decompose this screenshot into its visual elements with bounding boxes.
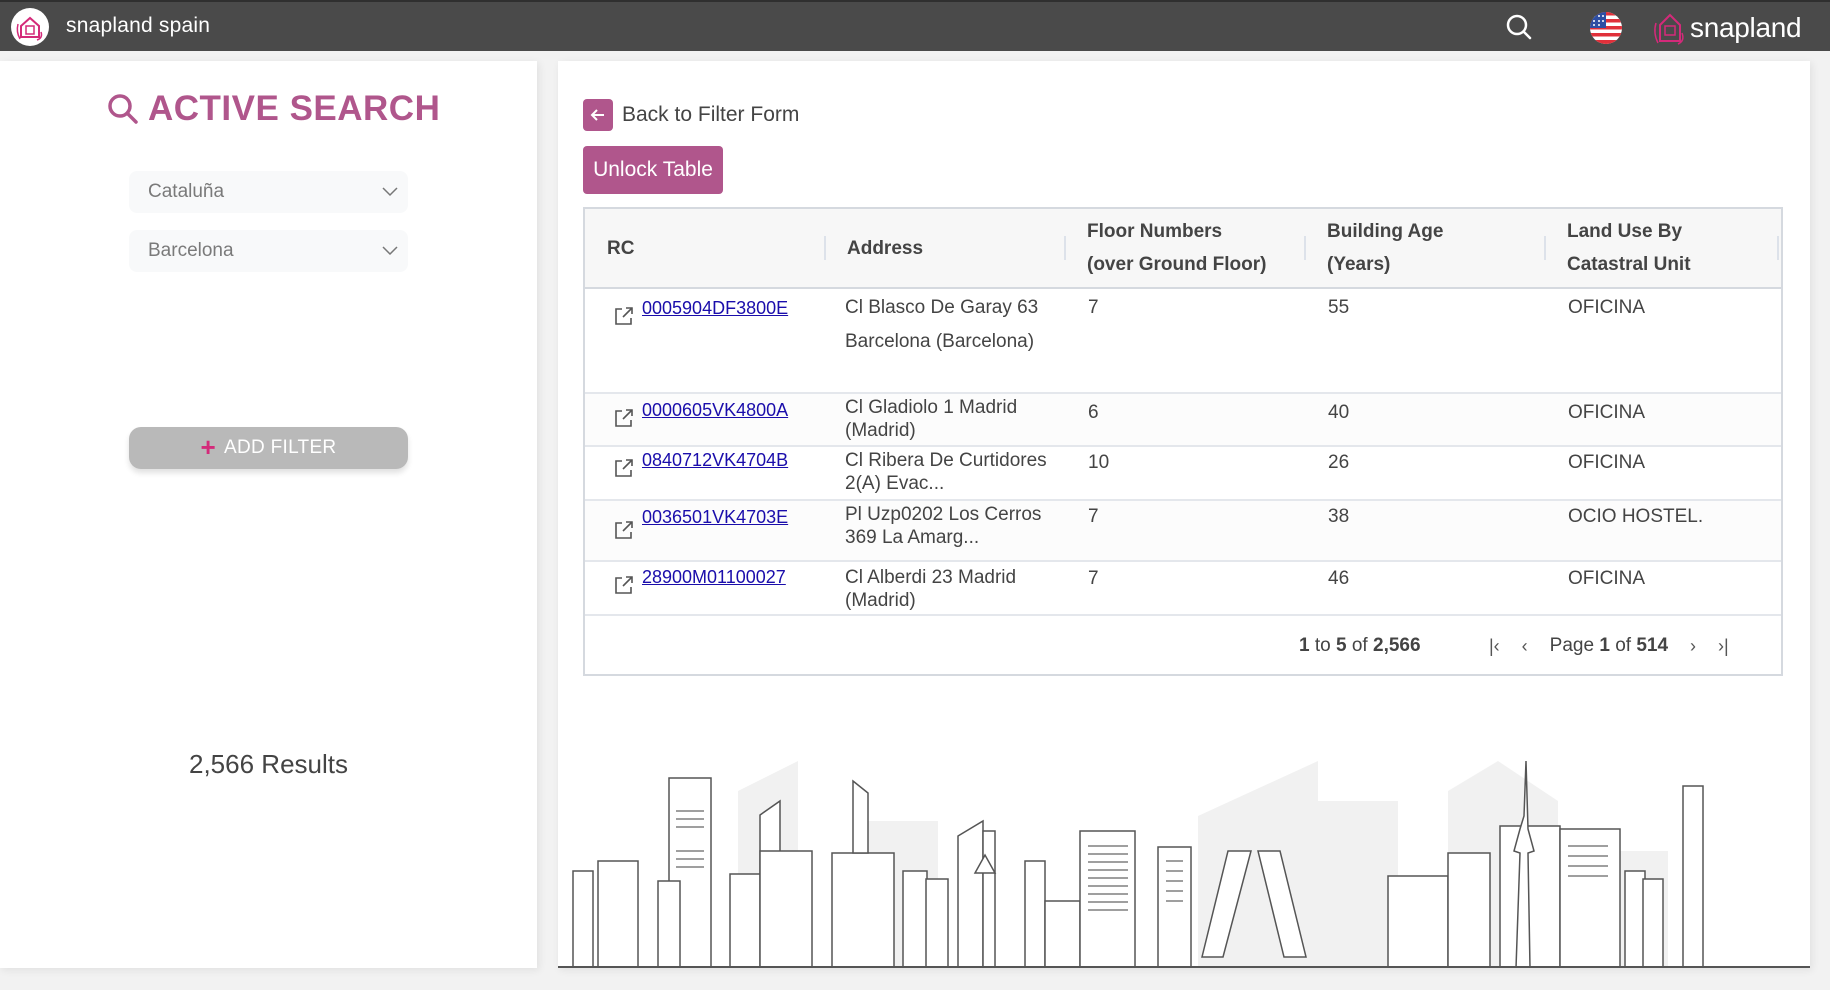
column-resize-handle[interactable] xyxy=(1777,236,1779,260)
column-resize-handle[interactable] xyxy=(1544,236,1546,260)
back-label: Back to Filter Form xyxy=(622,103,800,126)
region-select[interactable]: Cataluña xyxy=(129,171,408,213)
column-header-floor-numbers[interactable]: Floor Numbers (over Ground Floor) xyxy=(1087,209,1266,287)
rc-link[interactable]: 0005904DF3800E xyxy=(642,297,802,328)
app-title: snapland spain xyxy=(66,14,211,37)
chevron-down-icon xyxy=(382,246,398,256)
rc-link[interactable]: 0840712VK4704B xyxy=(642,449,802,480)
active-search-title: ACTIVE SEARCH xyxy=(148,89,441,128)
column-header-address[interactable]: Address xyxy=(847,209,923,287)
search-icon xyxy=(108,94,138,124)
land-use-cell: OFICINA xyxy=(1568,452,1646,473)
floors-cell: 10 xyxy=(1088,452,1110,473)
results-count: 2,566 Results xyxy=(189,749,348,779)
external-link-icon[interactable] xyxy=(612,304,636,328)
table-row[interactable]: 0000605VK4800A Cl Gladiolo 1 Madrid (Mad… xyxy=(585,394,1781,447)
column-header-rc[interactable]: RC xyxy=(607,209,634,287)
address-cell: Cl Blasco De Garay 63 Barcelona (Barcelo… xyxy=(845,297,1039,352)
filter-sidebar: ACTIVE SEARCH Cataluña Barcelona + ADD F… xyxy=(0,61,537,968)
floors-cell: 7 xyxy=(1088,506,1099,527)
province-select-value: Barcelona xyxy=(148,240,234,261)
external-link-icon[interactable] xyxy=(612,406,636,430)
results-table: RC Address Floor Numbers (over Ground Flo… xyxy=(583,207,1783,676)
land-use-cell: OCIO HOSTEL. xyxy=(1568,506,1704,527)
us-flag-icon[interactable] xyxy=(1590,12,1622,44)
external-link-icon[interactable] xyxy=(612,518,636,542)
table-row[interactable]: 0036501VK4703E Pl Uzp0202 Los Cerros 369… xyxy=(585,501,1781,562)
floors-cell: 7 xyxy=(1088,297,1099,318)
brand-name: snapland xyxy=(1690,12,1802,43)
snapland-logo-icon[interactable] xyxy=(11,8,49,46)
page-indicator: Page 1 of 514 xyxy=(1549,635,1669,656)
table-row[interactable]: 0840712VK4704B Cl Ribera De Curtidores 2… xyxy=(585,447,1781,501)
address-cell: Pl Uzp0202 Los Cerros 369 La Amarg... xyxy=(845,504,1042,548)
table-row[interactable]: 28900M01100027 Cl Alberdi 23 Madrid (Mad… xyxy=(585,562,1781,616)
top-bar: snapland spain snapland xyxy=(0,0,1830,51)
address-cell: Cl Alberdi 23 Madrid (Madrid) xyxy=(845,567,1017,611)
land-use-cell: OFICINA xyxy=(1568,297,1646,318)
rc-link[interactable]: 0000605VK4800A xyxy=(642,399,802,430)
first-page-icon[interactable]: |‹ xyxy=(1489,636,1500,657)
column-resize-handle[interactable] xyxy=(1304,236,1306,260)
chevron-down-icon xyxy=(382,187,398,197)
table-row[interactable]: 0005904DF3800E Cl Blasco De Garay 63 Bar… xyxy=(585,289,1781,394)
province-select[interactable]: Barcelona xyxy=(129,230,408,272)
column-resize-handle[interactable] xyxy=(1064,236,1066,260)
address-cell: Cl Ribera De Curtidores 2(A) Evac... xyxy=(845,450,1047,494)
previous-page-icon[interactable]: ‹ xyxy=(1522,636,1528,657)
city-skyline-illustration xyxy=(558,761,1810,968)
add-filter-label: ADD FILTER xyxy=(224,437,337,458)
pagination: |‹ ‹ Page 1 of 514 › ›| xyxy=(1489,635,1729,657)
snapland-house-icon xyxy=(1654,13,1684,45)
land-use-cell: OFICINA xyxy=(1568,402,1646,423)
age-cell: 46 xyxy=(1328,568,1350,589)
age-cell: 55 xyxy=(1328,297,1350,318)
rc-link[interactable]: 28900M01100027 xyxy=(642,566,802,597)
back-to-filter-form-button[interactable]: Back to Filter Form xyxy=(583,99,799,131)
floors-cell: 7 xyxy=(1088,568,1099,589)
age-cell: 38 xyxy=(1328,506,1350,527)
external-link-icon[interactable] xyxy=(612,573,636,597)
results-panel: Back to Filter Form Unlock Table RC Addr… xyxy=(558,61,1810,968)
rc-link[interactable]: 0036501VK4703E xyxy=(642,506,802,542)
column-resize-handle[interactable] xyxy=(824,236,826,260)
column-header-building-age[interactable]: Building Age (Years) xyxy=(1327,209,1443,287)
active-search-heading: ACTIVE SEARCH xyxy=(106,89,440,129)
age-cell: 40 xyxy=(1328,402,1350,423)
address-cell: Cl Gladiolo 1 Madrid (Madrid) xyxy=(845,397,1018,441)
age-cell: 26 xyxy=(1328,452,1350,473)
table-footer: 1 to 5 of 2,566 |‹ ‹ Page 1 of 514 › ›| xyxy=(585,616,1781,676)
table-header: RC Address Floor Numbers (over Ground Flo… xyxy=(585,209,1781,289)
last-page-icon[interactable]: ›| xyxy=(1718,636,1729,657)
unlock-table-button[interactable]: Unlock Table xyxy=(583,146,723,194)
next-page-icon[interactable]: › xyxy=(1690,636,1696,657)
arrow-left-icon xyxy=(583,99,613,131)
external-link-icon[interactable] xyxy=(612,456,636,480)
land-use-cell: OFICINA xyxy=(1568,568,1646,589)
region-select-value: Cataluña xyxy=(148,181,225,202)
floors-cell: 6 xyxy=(1088,402,1099,423)
add-filter-button[interactable]: + ADD FILTER xyxy=(129,427,408,469)
row-range-summary: 1 to 5 of 2,566 xyxy=(1299,635,1421,656)
plus-icon: + xyxy=(200,432,217,462)
search-icon[interactable] xyxy=(1504,12,1534,42)
brand-logo[interactable]: snapland xyxy=(1652,8,1802,48)
column-header-land-use[interactable]: Land Use By Catastral Unit xyxy=(1567,209,1691,287)
